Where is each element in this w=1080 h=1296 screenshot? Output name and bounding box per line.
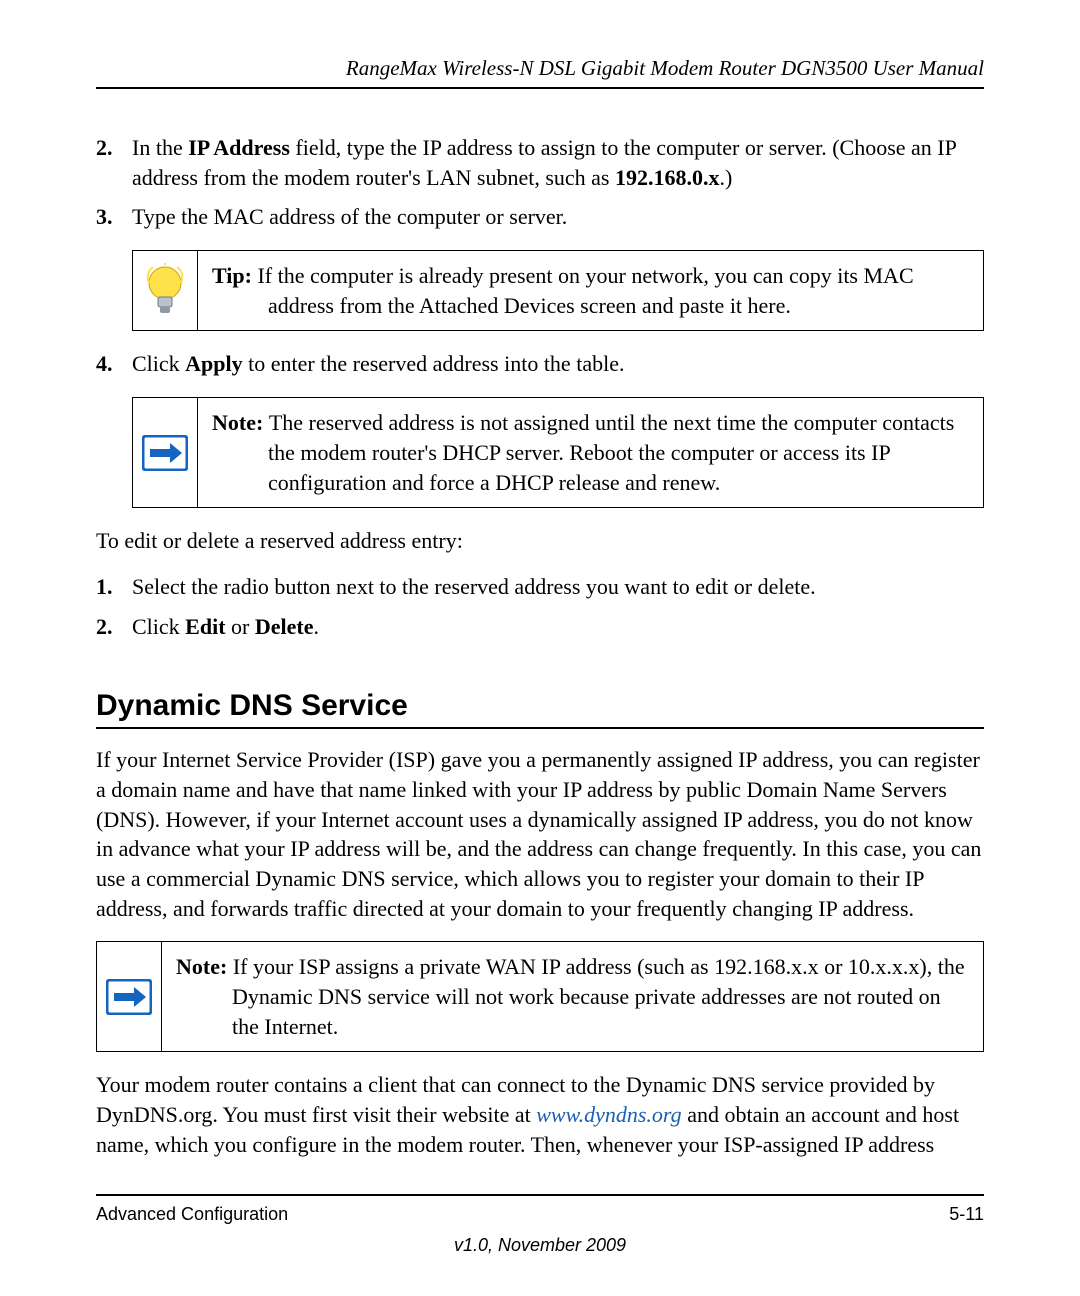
edit-steps: 1. Select the radio button next to the r… bbox=[96, 572, 984, 641]
step-number: 3. bbox=[96, 202, 132, 232]
footer-section: Advanced Configuration bbox=[96, 1204, 288, 1225]
lightbulb-icon bbox=[133, 251, 198, 330]
tip-label: Tip: bbox=[212, 263, 257, 288]
step-number: 2. bbox=[96, 612, 132, 642]
note-callout: Note: If your ISP assigns a private WAN … bbox=[96, 941, 984, 1052]
edit-intro: To edit or delete a reserved address ent… bbox=[96, 526, 984, 556]
footer-version: v1.0, November 2009 bbox=[96, 1235, 984, 1256]
step-number: 2. bbox=[96, 133, 132, 192]
step-text: Select the radio button next to the rese… bbox=[132, 572, 984, 602]
footer-page-number: 5-11 bbox=[949, 1204, 984, 1225]
tip-callout: Tip: If the computer is already present … bbox=[132, 250, 984, 331]
tip-body: Tip: If the computer is already present … bbox=[198, 251, 983, 330]
note-body: Note: If your ISP assigns a private WAN … bbox=[162, 942, 983, 1051]
step-text: Click Edit or Delete. bbox=[132, 612, 984, 642]
procedure-list-1: 2. In the IP Address field, type the IP … bbox=[96, 133, 984, 232]
page-footer: Advanced Configuration 5-11 v1.0, Novemb… bbox=[96, 1194, 984, 1256]
step-text: Type the MAC address of the computer or … bbox=[132, 202, 984, 232]
note-label: Note: bbox=[176, 954, 233, 979]
step-number: 1. bbox=[96, 572, 132, 602]
running-header: RangeMax Wireless-N DSL Gigabit Modem Ro… bbox=[96, 56, 984, 89]
note-label: Note: bbox=[212, 410, 269, 435]
procedure-list-2: 4. Click Apply to enter the reserved add… bbox=[96, 349, 984, 379]
note-callout: Note: The reserved address is not assign… bbox=[132, 397, 984, 508]
step-number: 4. bbox=[96, 349, 132, 379]
section-heading: Dynamic DNS Service bbox=[96, 689, 984, 729]
step-text: In the IP Address field, type the IP add… bbox=[132, 133, 984, 192]
note-body: Note: The reserved address is not assign… bbox=[198, 398, 983, 507]
arrow-note-icon bbox=[97, 942, 162, 1051]
step-text: Click Apply to enter the reserved addres… bbox=[132, 349, 984, 379]
dns-paragraph-2: Your modem router contains a client that… bbox=[96, 1070, 984, 1159]
arrow-note-icon bbox=[133, 398, 198, 507]
dyndns-link[interactable]: www.dyndns.org bbox=[536, 1102, 681, 1127]
dns-paragraph-1: If your Internet Service Provider (ISP) … bbox=[96, 745, 984, 923]
